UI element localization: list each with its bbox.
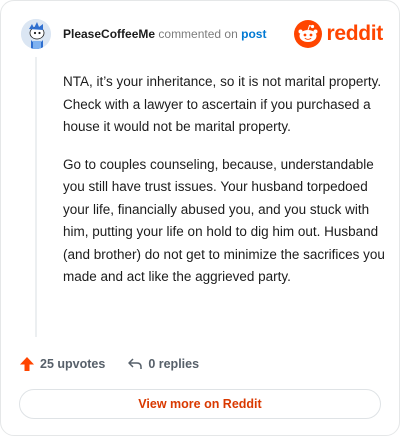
view-more-button[interactable]: View more on Reddit xyxy=(19,389,381,419)
avatar[interactable] xyxy=(21,19,51,49)
comment-actions: 25 upvotes 0 replies xyxy=(19,354,221,374)
upvote-button[interactable]: 25 upvotes xyxy=(19,356,105,372)
thread-line xyxy=(35,57,37,337)
commented-on-label: commented on xyxy=(158,27,238,41)
comment-meta: PleaseCoffeeMe commented on post xyxy=(63,27,266,41)
reply-button[interactable]: 0 replies xyxy=(127,356,199,372)
username-link[interactable]: PleaseCoffeeMe xyxy=(63,27,155,41)
reply-arrow-icon xyxy=(128,358,143,369)
reddit-brand[interactable]: reddit xyxy=(294,20,383,48)
reply-count: 0 replies xyxy=(148,357,200,371)
snoo-avatar-icon xyxy=(21,19,51,49)
post-link[interactable]: post xyxy=(241,27,266,41)
comment-body: NTA, it’s your inheritance, so it is not… xyxy=(63,71,387,304)
comment-paragraph: NTA, it’s your inheritance, so it is not… xyxy=(63,74,382,134)
comment-paragraph: Go to couples counseling, because, under… xyxy=(63,156,385,285)
upvote-arrow-icon xyxy=(20,357,34,371)
reddit-logo-icon xyxy=(294,20,323,48)
comment-header: PleaseCoffeeMe commented on post reddit xyxy=(21,19,383,49)
reddit-comment-embed: PleaseCoffeeMe commented on post reddit … xyxy=(0,0,400,436)
upvote-count: 25 upvotes xyxy=(40,357,106,371)
reddit-wordmark: reddit xyxy=(326,22,383,45)
